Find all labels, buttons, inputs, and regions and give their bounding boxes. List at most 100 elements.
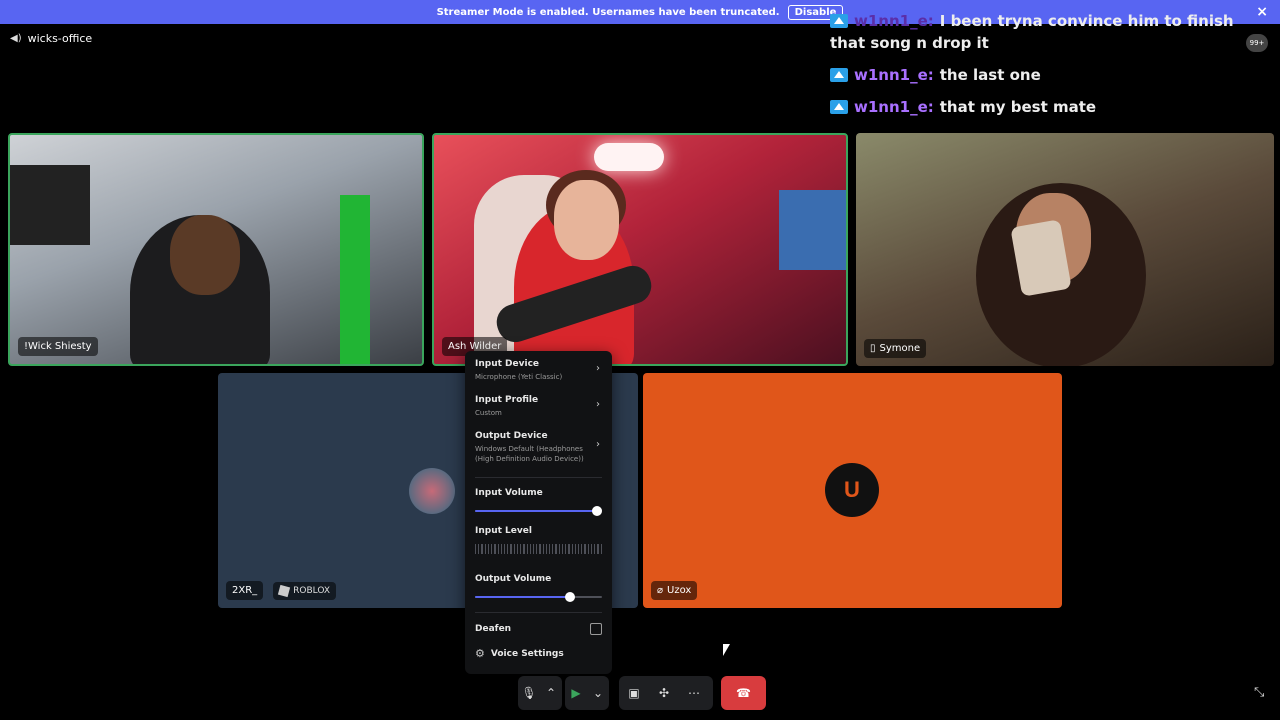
level-bar	[571, 544, 573, 554]
share-screen-button[interactable]: ▣	[619, 676, 649, 710]
level-bar	[561, 544, 564, 554]
video-tile-symone[interactable]: ▯ Symone	[856, 133, 1274, 366]
input-volume-label: Input Volume	[475, 488, 543, 498]
deafen-row[interactable]: Deafen	[475, 623, 602, 635]
level-bar	[549, 544, 551, 554]
menu-item-label: Input Device	[475, 359, 540, 369]
participant-name: !Wick Shiesty	[24, 341, 92, 352]
hang-up-icon: ☎	[736, 686, 751, 700]
activity-name: ROBLOX	[293, 585, 331, 596]
exit-fullscreen-icon[interactable]: ⤡	[1254, 685, 1264, 700]
call-window: Streamer Mode is enabled. Usernames have…	[0, 0, 1280, 720]
level-bar	[552, 544, 554, 554]
level-bar	[475, 544, 477, 554]
chevron-right-icon: ›	[596, 363, 600, 374]
participant-head	[554, 180, 619, 260]
banner-text: Streamer Mode is enabled. Usernames have…	[436, 6, 780, 18]
input-profile-menu-item[interactable]: Input Profile Custom ›	[475, 395, 602, 418]
level-bar	[494, 544, 496, 554]
gear-icon: ⚙	[475, 647, 485, 660]
activities-icon: ✣	[658, 686, 670, 700]
output-volume-section: Output Volume	[475, 574, 602, 602]
cloud-lamp	[594, 143, 664, 171]
level-bar	[590, 544, 593, 554]
level-bar	[555, 544, 557, 554]
participant-name: Uzox	[667, 585, 692, 596]
call-controls: 🎙 ⌃ ▶ ⌄ ▣ ✣ ⋯ ☎ ⤡	[0, 676, 1280, 710]
menu-item-value: Windows Default (Headphones (High Defini…	[475, 445, 584, 463]
level-bar	[574, 544, 576, 554]
participant-label: ▯ Symone	[864, 339, 927, 358]
chevron-right-icon: ›	[596, 439, 600, 450]
crown-badge-icon	[830, 100, 848, 114]
deafen-label: Deafen	[475, 624, 512, 634]
voice-settings-label: Voice Settings	[490, 648, 564, 659]
slider-knob[interactable]	[591, 506, 602, 516]
output-volume-label: Output Volume	[475, 574, 552, 584]
camera-options-button[interactable]: ⌄	[587, 676, 609, 710]
chat-message: w1nn1_e: the last one	[830, 64, 1270, 86]
voice-tile-uzox[interactable]: U ⌀ Uzox	[643, 373, 1062, 608]
level-bar	[484, 544, 486, 554]
participant-name: 2XR_	[226, 581, 264, 600]
more-icon: ⋯	[688, 686, 700, 700]
activities-button[interactable]: ✣	[649, 676, 679, 710]
slider-knob[interactable]	[565, 592, 576, 602]
chevron-down-icon: ⌄	[592, 686, 604, 700]
level-bar	[491, 544, 493, 554]
menu-item-label: Input Profile	[475, 395, 539, 405]
camera-control-group: ▶ ⌄	[565, 676, 609, 710]
slider-fill	[475, 596, 571, 598]
input-level-label: Input Level	[475, 526, 532, 536]
output-volume-slider[interactable]	[475, 592, 602, 602]
level-bar	[545, 544, 548, 554]
menu-item-value: Microphone (Yeti Classic)	[475, 373, 563, 381]
output-device-menu-item[interactable]: Output Device Windows Default (Headphone…	[475, 431, 602, 464]
screen-share-icon: ▣	[628, 686, 640, 700]
participant-name: Symone	[879, 343, 921, 354]
more-button[interactable]: ⋯	[679, 676, 709, 710]
level-bar	[503, 544, 506, 554]
actions-control-group: ▣ ✣ ⋯	[619, 676, 713, 710]
notification-bubble-icon[interactable]: 99+	[1246, 34, 1268, 52]
level-bar	[513, 544, 515, 554]
level-bar	[536, 544, 538, 554]
microphone-button[interactable]: 🎙	[518, 676, 540, 710]
input-device-menu-item[interactable]: Input Device Microphone (Yeti Classic) ›	[475, 359, 602, 382]
level-bar	[542, 544, 544, 554]
level-bar	[507, 544, 509, 554]
level-bar	[532, 544, 535, 554]
level-bar	[523, 544, 525, 554]
channel-name: wicks-office	[27, 32, 93, 45]
input-level-meter	[475, 544, 602, 554]
deafen-checkbox[interactable]	[590, 623, 602, 635]
mouse-cursor-icon	[723, 644, 730, 656]
slider-fill	[475, 510, 597, 512]
level-bar	[558, 544, 560, 554]
voice-settings-menu-item[interactable]: ⚙ Voice Settings	[475, 647, 602, 660]
camera-button[interactable]: ▶	[565, 676, 587, 710]
level-bar	[478, 544, 480, 554]
level-bar	[487, 544, 490, 554]
activity-chip: ROBLOX	[273, 581, 337, 600]
camera-icon: ▶	[571, 686, 581, 700]
level-bar	[568, 544, 570, 554]
disconnect-button[interactable]: ☎	[721, 676, 766, 710]
channel-header: ◀) wicks-office	[10, 32, 92, 45]
chat-username: w1nn1_e:	[854, 98, 934, 116]
level-bar	[526, 544, 528, 554]
mic-options-button[interactable]: ⌃	[540, 676, 562, 710]
mobile-phone-icon: ▯	[870, 343, 876, 354]
monitor-scene	[779, 190, 846, 270]
participant-label: ⌀ Uzox	[651, 581, 698, 600]
video-tile-ash-wilder[interactable]: Ash Wilder	[432, 133, 848, 366]
video-tile-wick-shiesty[interactable]: !Wick Shiesty	[8, 133, 424, 366]
crown-badge-icon	[830, 68, 848, 82]
input-volume-slider[interactable]	[475, 506, 602, 516]
chat-message: w1nn1_e: that my best mate	[830, 96, 1270, 118]
participant-head	[170, 215, 240, 295]
level-bar	[587, 544, 589, 554]
chat-username: w1nn1_e:	[854, 66, 934, 84]
level-bar	[529, 544, 531, 554]
participant-label: 2XR_ ROBLOX	[226, 581, 337, 600]
